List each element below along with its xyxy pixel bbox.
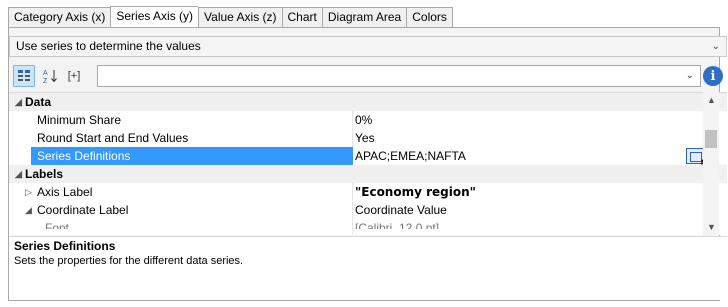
expand-arrow-icon[interactable]: ▷: [25, 183, 32, 201]
tab-chart[interactable]: Chart: [281, 7, 322, 28]
category-label: Labels: [25, 167, 64, 181]
category-row-labels[interactable]: ◢ Labels: [9, 165, 727, 183]
description-text: Sets the properties for the different da…: [14, 255, 244, 267]
categorized-icon: [18, 70, 30, 81]
scroll-down-icon[interactable]: ▼: [707, 222, 716, 232]
description-title: Series Definitions: [14, 239, 116, 253]
property-name: Minimum Share: [37, 113, 122, 127]
property-row-font[interactable]: Font [Calibri, 12.0 pt]: [9, 219, 727, 229]
collapse-arrow-icon[interactable]: ◢: [15, 165, 22, 183]
property-name: Coordinate Label: [37, 203, 129, 217]
tab-strip: Category Axis (x) Series Axis (y) Value …: [8, 6, 453, 28]
sort-az-icon: A Z: [43, 70, 57, 84]
info-icon[interactable]: i: [703, 66, 723, 86]
property-value[interactable]: "Economy region": [355, 183, 693, 201]
scroll-up-icon[interactable]: ▲: [707, 95, 716, 105]
property-toolbar: A Z [+] ⌄ i: [9, 64, 727, 88]
tab-diagram-area[interactable]: Diagram Area: [321, 7, 407, 28]
property-row-round-values[interactable]: Round Start and End Values Yes: [9, 129, 727, 147]
category-row-data[interactable]: ◢ Data: [9, 93, 727, 111]
expand-all-button[interactable]: [+]: [63, 65, 85, 87]
chevron-down-icon: ⌄: [685, 70, 694, 81]
property-grid: ◢ Data Minimum Share 0% Round Start and …: [9, 92, 727, 235]
property-row-coordinate-label[interactable]: ◢ Coordinate Label Coordinate Value: [9, 201, 727, 219]
tab-category-axis[interactable]: Category Axis (x): [8, 7, 111, 28]
property-value[interactable]: Yes: [355, 129, 693, 147]
svg-text:A: A: [43, 70, 48, 77]
category-label: Data: [25, 95, 52, 109]
tab-colors[interactable]: Colors: [406, 7, 453, 28]
tab-value-axis[interactable]: Value Axis (z): [198, 7, 282, 28]
grid-scrollbar[interactable]: ▲ ▼: [703, 92, 719, 235]
property-name: Font: [45, 221, 70, 229]
tab-series-axis[interactable]: Series Axis (y): [110, 6, 199, 28]
property-row-series-definitions[interactable]: Series Definitions APAC;EMEA;NAFTA ↖: [9, 147, 727, 173]
scrollbar-thumb[interactable]: [705, 130, 717, 148]
chevron-down-icon: ⌄: [711, 41, 720, 52]
description-panel: Series Definitions Sets the properties f…: [9, 236, 727, 300]
collapse-arrow-icon[interactable]: ◢: [15, 93, 22, 111]
property-row-axis-label[interactable]: ▷ Axis Label "Economy region": [9, 183, 727, 201]
sort-alphabetical-button[interactable]: A Z: [39, 65, 61, 87]
property-value[interactable]: 0%: [355, 111, 693, 129]
property-value[interactable]: APAC;EMEA;NAFTA: [355, 147, 693, 165]
property-name: Round Start and End Values: [37, 131, 189, 145]
series-mode-dropdown[interactable]: Use series to determine the values ⌄: [9, 36, 727, 57]
property-row-minimum-share[interactable]: Minimum Share 0%: [9, 111, 727, 129]
expand-all-label: [+]: [67, 70, 81, 82]
property-value[interactable]: Coordinate Value: [355, 201, 693, 219]
collapse-arrow-icon[interactable]: ◢: [25, 201, 32, 219]
series-mode-value: Use series to determine the values: [16, 39, 201, 53]
property-name: Axis Label: [37, 185, 93, 199]
svg-text:Z: Z: [43, 78, 48, 84]
property-filter-combobox[interactable]: ⌄: [97, 65, 701, 87]
property-value[interactable]: [Calibri, 12.0 pt]: [355, 219, 693, 229]
categorized-view-button[interactable]: [13, 65, 35, 87]
property-name: Series Definitions: [31, 147, 353, 165]
